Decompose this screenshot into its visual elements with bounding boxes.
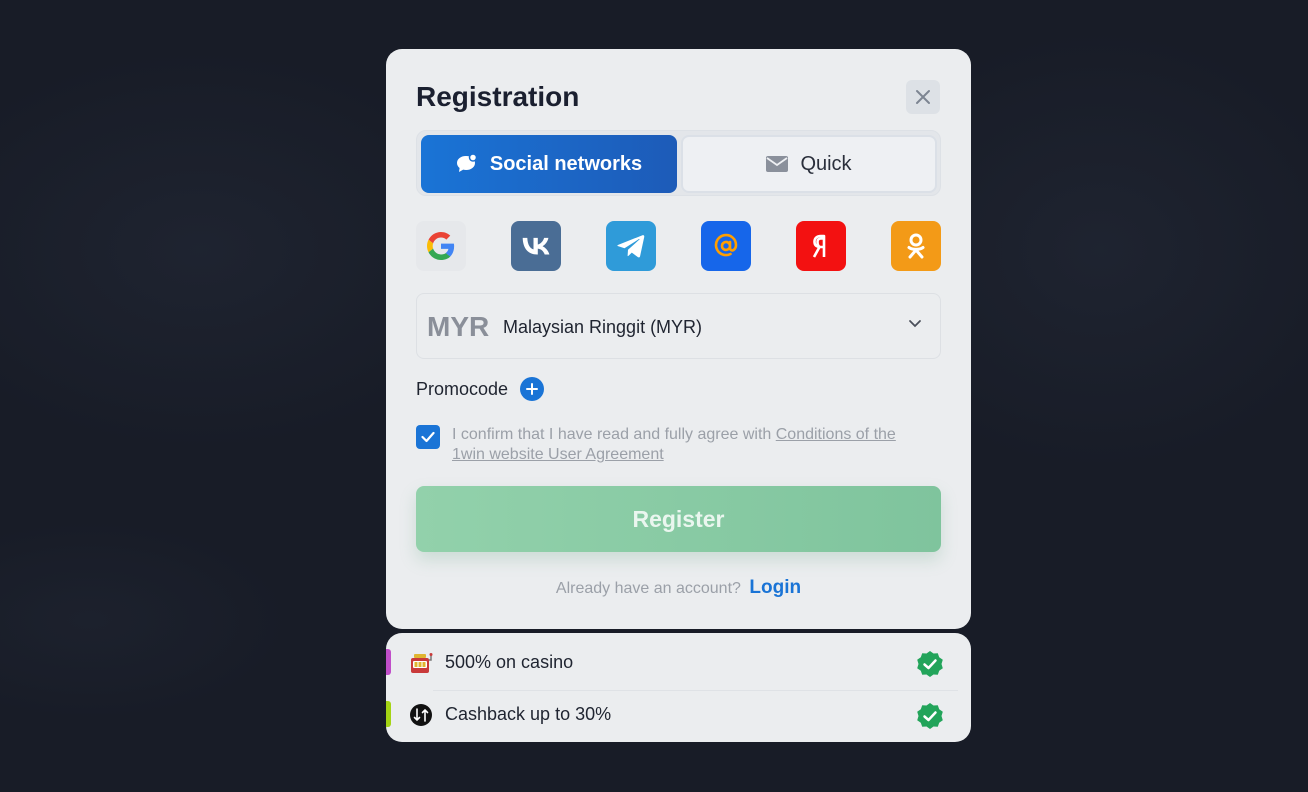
currency-code: MYR <box>427 311 490 342</box>
bonus-item: Cashback up to 30% <box>386 688 971 740</box>
bonus-text: 500% on casino <box>445 652 574 672</box>
agreement-text: I confirm that I have read and fully agr… <box>452 425 922 465</box>
bonus-accent-bar <box>386 701 391 727</box>
telegram-login-button[interactable] <box>606 221 656 271</box>
currency-select[interactable]: MYR Malaysian Ringgit (MYR) <box>416 293 941 359</box>
login-prompt-row: Already have an account? Login <box>386 577 971 599</box>
currency-name: Malaysian Ringgit (MYR) <box>503 317 703 337</box>
yandex-login-button[interactable] <box>796 221 846 271</box>
verified-badge-icon <box>917 651 943 677</box>
registration-modal: Registration Social networks Quick MYR M… <box>386 49 971 629</box>
checkmark-icon <box>421 431 435 443</box>
login-prompt-text: Already have an account? <box>555 580 741 597</box>
tab-label: Quick <box>800 152 852 175</box>
tab-social-networks[interactable]: Social networks <box>421 135 677 193</box>
vk-login-button[interactable] <box>511 221 561 271</box>
tab-quick[interactable]: Quick <box>681 135 937 193</box>
mail-ru-icon <box>714 233 738 257</box>
registration-tabs: Social networks Quick <box>416 130 941 196</box>
add-promocode-button[interactable] <box>520 377 545 401</box>
mail-ru-login-button[interactable] <box>701 221 751 271</box>
modal-title: Registration <box>416 81 580 112</box>
social-login-row <box>416 221 941 271</box>
close-icon <box>916 90 930 104</box>
envelope-icon <box>766 156 789 172</box>
chat-bubble-icon <box>456 154 478 172</box>
google-icon <box>427 232 455 260</box>
bonus-item: 500% on casino <box>386 636 971 691</box>
yandex-icon <box>812 234 826 258</box>
plus-icon <box>526 383 539 395</box>
verified-badge-icon <box>917 703 943 729</box>
odnoklassniki-icon <box>907 233 925 259</box>
close-button[interactable] <box>906 80 940 114</box>
bonus-accent-bar <box>386 649 391 675</box>
odnoklassniki-login-button[interactable] <box>891 221 941 271</box>
telegram-icon <box>617 235 645 258</box>
register-button[interactable]: Register <box>416 486 941 552</box>
bonus-panel: 500% on casino Cashback up to 30% <box>386 633 971 742</box>
vk-icon <box>522 237 550 255</box>
promocode-toggle[interactable]: Promocode <box>416 377 545 401</box>
cashback-icon <box>410 704 432 726</box>
google-login-button[interactable] <box>416 221 466 271</box>
agreement-statement: I confirm that I have read and fully agr… <box>452 426 776 443</box>
agreement-checkbox[interactable] <box>416 425 440 449</box>
slot-machine-icon <box>411 653 433 673</box>
chevron-down-icon <box>909 320 921 328</box>
promocode-label: Promocode <box>416 378 509 399</box>
login-link[interactable]: Login <box>749 577 801 598</box>
tab-label: Social networks <box>489 152 643 175</box>
bonus-text: Cashback up to 30% <box>445 704 612 724</box>
